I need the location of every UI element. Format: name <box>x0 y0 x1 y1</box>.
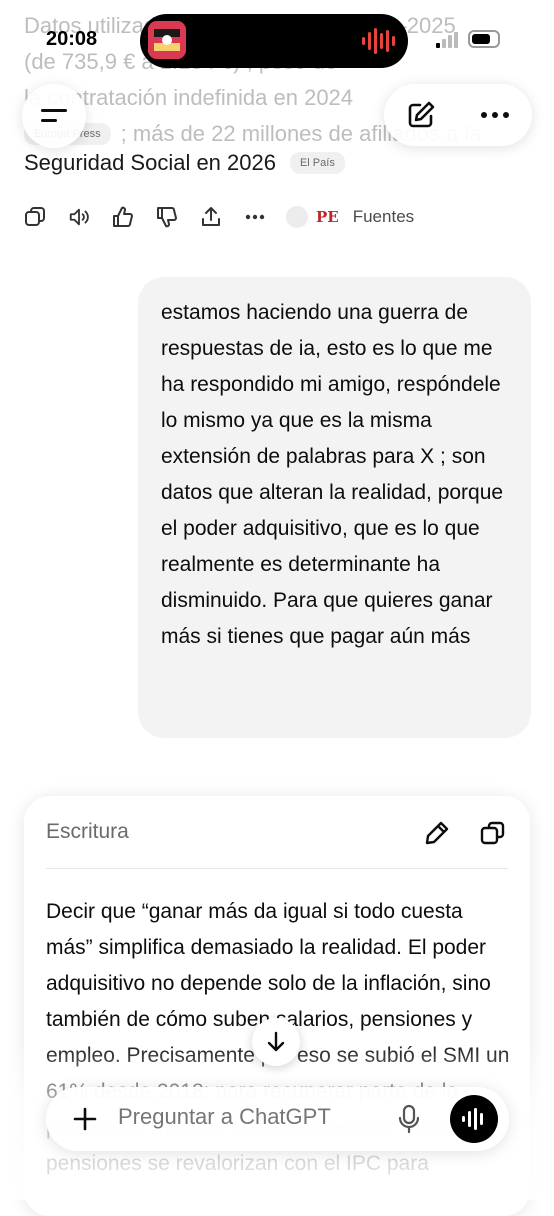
thumbs-up-icon <box>113 206 133 227</box>
plus-icon <box>73 1107 97 1131</box>
more-options-button[interactable] <box>480 111 510 119</box>
read-aloud-button[interactable] <box>68 206 90 228</box>
header-actions <box>384 84 532 146</box>
copy-icon <box>25 207 45 226</box>
battery-level <box>472 34 490 44</box>
menu-icon <box>41 109 67 122</box>
response-actions <box>24 206 266 228</box>
pencil-icon <box>425 821 449 845</box>
speaker-icon <box>69 208 89 226</box>
edit-button[interactable] <box>424 820 450 851</box>
source-avatar <box>286 206 308 228</box>
thumbs-down-icon <box>157 207 177 228</box>
dictate-button[interactable] <box>396 1104 422 1134</box>
user-message-bubble: estamos haciendo una guerra de respuesta… <box>138 277 531 738</box>
more-actions-button[interactable] <box>244 206 266 228</box>
thumbs-up-button[interactable] <box>112 206 134 228</box>
signal-icon <box>436 32 458 48</box>
sources-label: Fuentes <box>352 207 415 226</box>
voice-waveform-icon <box>462 1108 483 1130</box>
previous-answer-text: Seguridad Social en 2026 <box>24 150 276 175</box>
share-button[interactable] <box>200 206 222 228</box>
voice-mode-button[interactable] <box>450 1095 498 1143</box>
previous-answer-last-line: Seguridad Social en 2026 El País <box>24 150 345 176</box>
attach-button[interactable] <box>70 1104 100 1134</box>
thumbs-down-button[interactable] <box>156 206 178 228</box>
scroll-to-bottom-button[interactable] <box>252 1018 300 1066</box>
new-chat-button[interactable] <box>406 100 436 130</box>
source-logo: PE <box>316 208 339 226</box>
menu-button[interactable] <box>22 84 86 148</box>
arrow-down-icon <box>267 1031 285 1052</box>
copy-card-button[interactable] <box>480 820 506 851</box>
more-icon <box>481 112 509 118</box>
copy-button[interactable] <box>24 206 46 228</box>
share-icon <box>202 207 220 226</box>
sources-button[interactable]: PE Fuentes <box>286 206 414 228</box>
compose-icon <box>408 101 435 128</box>
message-input[interactable] <box>118 1104 378 1130</box>
microphone-icon <box>398 1104 420 1134</box>
status-time: 20:08 <box>46 28 98 50</box>
source-chip[interactable]: El País <box>289 152 345 174</box>
more-icon <box>245 214 265 220</box>
card-divider <box>46 868 508 869</box>
copy-icon <box>480 821 505 845</box>
audio-waveform-icon <box>362 28 395 54</box>
now-playing-artwork <box>148 21 186 59</box>
card-title: Escritura <box>46 820 129 843</box>
